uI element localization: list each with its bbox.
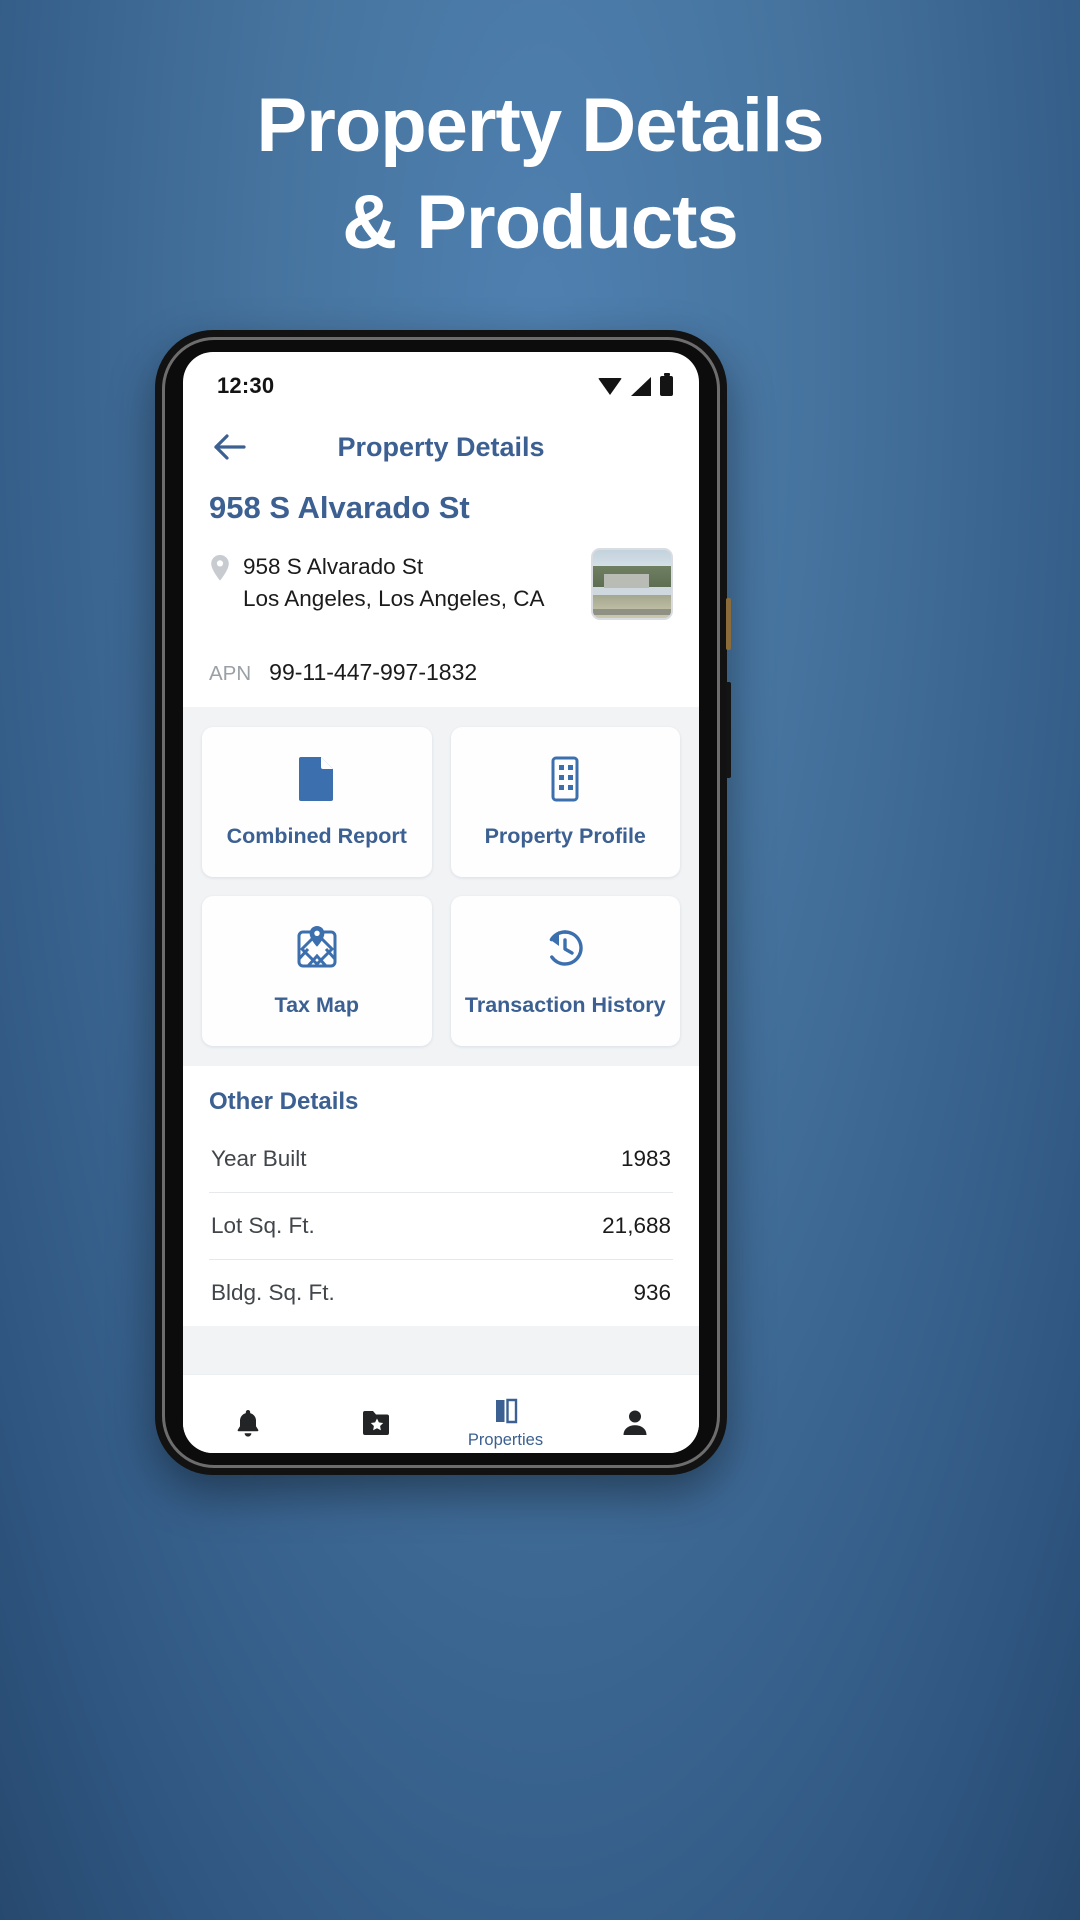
phone-side-button-volume — [726, 598, 731, 650]
other-details-title: Other Details — [209, 1088, 359, 1115]
phone-screen: 12:30 Property Details 958 S Alvarado St — [183, 352, 699, 1453]
other-details-section: Other Details Year Built 1983 Lot Sq. Ft… — [183, 1066, 699, 1326]
product-label: Combined Report — [226, 823, 407, 848]
products-grid: Combined Report Property Profile Tax Map… — [183, 707, 699, 1066]
product-card-property-profile[interactable]: Property Profile — [450, 727, 680, 877]
detail-label: Year Built — [211, 1146, 307, 1171]
property-title: 958 S Alvarado St — [209, 490, 470, 525]
property-photo-thumbnail[interactable] — [591, 548, 673, 620]
product-label: Tax Map — [274, 992, 359, 1017]
property-address-lines: 958 S Alvarado St Los Angeles, Los Angel… — [243, 551, 544, 615]
thumbnail-road — [593, 609, 671, 616]
nav-item-properties[interactable]: Properties — [441, 1375, 570, 1453]
app-bar: Property Details — [183, 410, 699, 484]
content-bottom-spacer — [183, 1326, 699, 1374]
property-address-line-2: Los Angeles, Los Angeles, CA — [243, 585, 545, 611]
phone-mockup: 12:30 Property Details 958 S Alvarado St — [155, 330, 731, 1475]
detail-label: Lot Sq. Ft. — [211, 1213, 315, 1238]
status-bar-icons — [598, 373, 673, 396]
property-address-line-1: 958 S Alvarado St — [243, 554, 424, 579]
product-card-tax-map[interactable]: Tax Map — [202, 896, 432, 1046]
property-header: 958 S Alvarado St 958 S Alvarado St Los … — [183, 484, 699, 620]
cell-signal-icon — [631, 376, 651, 396]
bottom-navigation-bar: Properties — [183, 1374, 699, 1453]
detail-label: Bldg. Sq. Ft. — [211, 1280, 335, 1305]
detail-value: 21,688 — [602, 1213, 671, 1238]
apn-row: APN 99-11-447-997-1832 — [183, 640, 699, 707]
promo-headline-line-1: Property Details — [256, 83, 825, 168]
product-label: Property Profile — [484, 823, 646, 848]
product-card-transaction-history[interactable]: Transaction History — [450, 896, 680, 1046]
property-address-row: 958 S Alvarado St Los Angeles, Los Angel… — [209, 548, 673, 620]
back-button[interactable] — [209, 426, 251, 468]
apn-value: 99-11-447-997-1832 — [269, 659, 478, 685]
map-book-icon — [495, 1398, 517, 1423]
nav-item-profile[interactable] — [570, 1375, 699, 1453]
detail-row: Bldg. Sq. Ft. 936 — [209, 1260, 673, 1326]
history-clock-icon — [542, 925, 588, 971]
status-bar: 12:30 — [183, 352, 699, 410]
product-card-combined-report[interactable]: Combined Report — [202, 727, 432, 877]
status-bar-time: 12:30 — [217, 373, 275, 398]
folder-star-icon — [362, 1410, 389, 1435]
battery-icon — [660, 373, 673, 396]
detail-row: Year Built 1983 — [209, 1126, 673, 1193]
nav-item-notifications[interactable] — [183, 1375, 312, 1453]
promo-headline-line-2: & Products — [342, 179, 738, 265]
map-pin-icon — [294, 925, 340, 971]
person-icon — [623, 1410, 646, 1435]
product-label: Transaction History — [464, 992, 666, 1017]
property-address-block: 958 S Alvarado St Los Angeles, Los Angel… — [209, 548, 591, 615]
bell-icon — [237, 1409, 258, 1437]
arrow-left-icon — [214, 434, 246, 460]
phone-side-button-power — [726, 682, 731, 778]
promo-headline: Property Details & Products — [0, 78, 1080, 271]
apn-label: APN — [209, 662, 252, 685]
building-icon — [545, 756, 585, 802]
detail-value: 936 — [633, 1280, 671, 1305]
thumbnail-building — [603, 574, 650, 589]
nav-item-label: Properties — [467, 1430, 544, 1449]
wifi-icon — [598, 377, 622, 395]
detail-value: 1983 — [620, 1146, 671, 1171]
detail-row: Lot Sq. Ft. 21,688 — [209, 1193, 673, 1260]
page-title: Property Details — [337, 431, 545, 462]
nav-item-saved[interactable] — [312, 1375, 441, 1453]
location-pin-icon — [209, 551, 231, 615]
document-icon — [297, 756, 337, 802]
